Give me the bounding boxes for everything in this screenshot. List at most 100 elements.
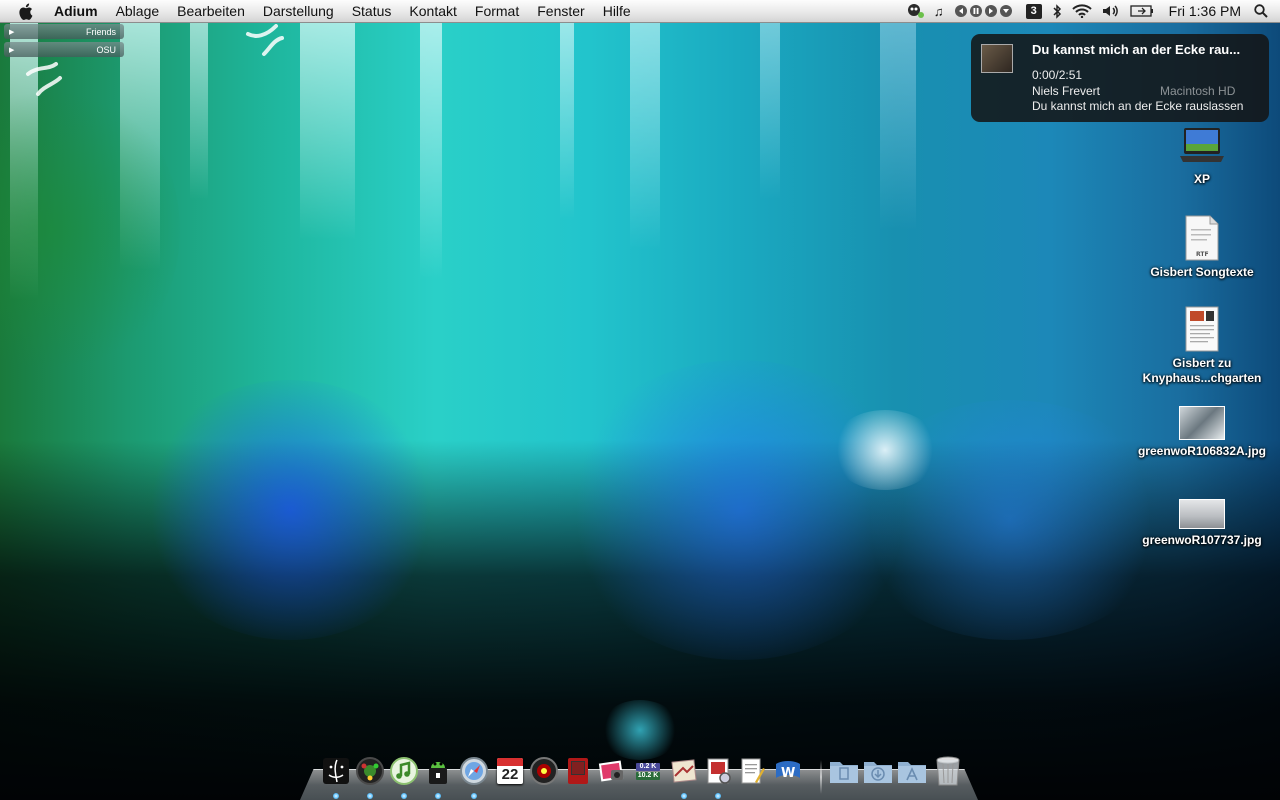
dock-item-netmon[interactable]: 0.2 K 10.2 K <box>630 754 666 788</box>
dock-item-finder[interactable] <box>320 754 352 799</box>
dock-item-applications-stack[interactable] <box>896 754 928 788</box>
menu-extras: ♫ 3 Fri 1:36 PM <box>901 0 1280 22</box>
wifi-icon[interactable] <box>1071 0 1092 22</box>
desktop-icon-gisbert-songtexte[interactable]: RTF Gisbert Songtexte <box>1132 215 1272 280</box>
documents-folder-icon <box>830 762 858 783</box>
dock-item-downloads-stack[interactable] <box>862 754 894 788</box>
desktop-icon-label: greenwoR106832A.jpg <box>1137 444 1267 458</box>
desktop-icon-label: Macintosh HD <box>1160 84 1236 98</box>
buddy-group-friends[interactable]: ▶ Friends <box>4 24 124 39</box>
desktop-icon-label: Gisbert Songtexte <box>1150 265 1254 279</box>
adium-duck-icon[interactable] <box>906 0 924 22</box>
word-icon: W <box>776 761 800 781</box>
running-indicator <box>471 793 477 799</box>
buddy-group-name: OSU <box>96 44 116 55</box>
running-indicator <box>681 793 687 799</box>
svg-text:RTF: RTF <box>1196 251 1209 258</box>
dock-item-ical[interactable]: 22 <box>494 754 526 788</box>
itunes-icon <box>390 757 418 785</box>
safari-icon <box>460 757 488 785</box>
running-indicator <box>367 793 373 799</box>
iphoto-icon <box>598 760 624 782</box>
menu-darstellung[interactable]: Darstellung <box>254 0 343 22</box>
network-monitor-icon: 0.2 K 10.2 K <box>635 762 661 780</box>
menu-kontakt[interactable]: Kontakt <box>400 0 465 22</box>
apple-menu-icon[interactable] <box>14 0 36 22</box>
dock-item-adium[interactable] <box>354 754 386 799</box>
growl-notification[interactable]: Du kannst mich an der Ecke rau... 0:00/2… <box>971 34 1269 122</box>
menu-hilfe[interactable]: Hilfe <box>594 0 640 22</box>
menu-app-adium[interactable]: Adium <box>46 0 107 22</box>
dock-item-mail[interactable] <box>668 754 700 799</box>
dock-item-photo-booth[interactable] <box>562 754 594 788</box>
calendar-icon: 22 <box>497 758 523 784</box>
menu-bearbeiten[interactable]: Bearbeiten <box>168 0 254 22</box>
desktop-icon-greenwor106832a[interactable]: greenwoR106832A.jpg <box>1132 406 1272 459</box>
desktop-icon-macintosh-hd[interactable]: Macintosh HD <box>1160 84 1235 98</box>
desktop-icon-greenwor107737[interactable]: greenwoR107737.jpg <box>1132 499 1272 548</box>
dock-item-preview[interactable] <box>702 754 734 799</box>
cyberduck-icon <box>429 762 447 784</box>
adium-icon <box>356 757 384 785</box>
dock-separator <box>820 760 822 794</box>
calendar-day: 22 <box>501 766 519 783</box>
menu-status[interactable]: Status <box>343 0 401 22</box>
laptop-icon <box>1178 126 1226 168</box>
finder-icon <box>323 758 349 784</box>
netmon-download: 10.2 K <box>635 772 661 780</box>
running-indicator <box>333 793 339 799</box>
dock-item-textedit[interactable] <box>736 754 768 788</box>
itunes-note-icon[interactable]: ♫ <box>934 0 944 22</box>
netmon-upload: 0.2 K <box>635 763 661 771</box>
running-indicator <box>401 793 407 799</box>
mail-stamp-icon <box>671 759 697 783</box>
notification-title: Du kannst mich an der Ecke rau... <box>1032 42 1241 57</box>
textedit-icon <box>741 758 765 784</box>
buddy-group-osu[interactable]: ▶ OSU <box>4 42 124 57</box>
trash-icon <box>936 756 960 786</box>
preview-icon <box>707 758 731 784</box>
dock-item-trash[interactable] <box>932 754 964 788</box>
running-indicator <box>715 793 721 799</box>
disclosure-triangle-icon[interactable]: ▶ <box>9 28 14 36</box>
desktop-icon-label: greenwoR107737.jpg <box>1142 533 1262 547</box>
desktop-icon-gisbert-zu-knyphausen[interactable]: Gisbert zu Knyphaus...chgarten <box>1132 306 1272 386</box>
dock: 22 0.2 K 10.2 K W <box>300 750 978 800</box>
rtf-document-icon: RTF <box>1184 215 1220 261</box>
image-thumbnail-icon <box>1179 499 1225 529</box>
notification-artist: Niels Frevert <box>1032 84 1101 98</box>
notification-time: 0:00/2:51 <box>1032 68 1083 82</box>
buddy-group-name: Friends <box>85 26 116 37</box>
menu-format[interactable]: Format <box>466 0 528 22</box>
image-thumbnail-icon <box>1179 406 1225 440</box>
volume-icon[interactable] <box>1102 0 1120 22</box>
dock-item-itunes[interactable] <box>388 754 420 799</box>
document-icon <box>1184 306 1220 352</box>
spaces-icon[interactable]: 3 <box>1025 0 1042 22</box>
disclosure-triangle-icon[interactable]: ▶ <box>9 46 14 54</box>
playback-controls-icon[interactable] <box>954 0 1016 22</box>
spotlight-icon[interactable] <box>1254 0 1268 22</box>
dock-item-word[interactable]: W <box>772 754 804 788</box>
notification-track: Du kannst mich an der Ecke rauslassen <box>1032 99 1244 113</box>
photo-booth-icon <box>568 758 588 784</box>
desktop-icon-label: Gisbert zu Knyphaus...chgarten <box>1142 356 1262 385</box>
svg-text:W: W <box>781 766 795 781</box>
hal-eye-icon <box>530 757 558 785</box>
menu-clock[interactable]: Fri 1:36 PM <box>1169 3 1241 19</box>
applications-folder-icon <box>898 762 926 783</box>
album-artwork <box>981 44 1013 73</box>
dock-item-documents-stack[interactable] <box>828 754 860 788</box>
downloads-folder-icon <box>864 762 892 783</box>
desktop-icon-label: XP <box>1193 172 1210 186</box>
dock-item-cyberduck[interactable] <box>422 754 454 799</box>
running-indicator <box>435 793 441 799</box>
bluetooth-icon[interactable] <box>1052 0 1062 22</box>
menu-ablage[interactable]: Ablage <box>107 0 169 22</box>
dock-item-safari[interactable] <box>458 754 490 799</box>
dock-item-iphoto[interactable] <box>596 754 628 788</box>
desktop-icon-xp[interactable]: XP <box>1132 126 1272 187</box>
menu-fenster[interactable]: Fenster <box>528 0 593 22</box>
dock-item-istat[interactable] <box>528 754 560 788</box>
battery-icon[interactable] <box>1129 0 1154 22</box>
